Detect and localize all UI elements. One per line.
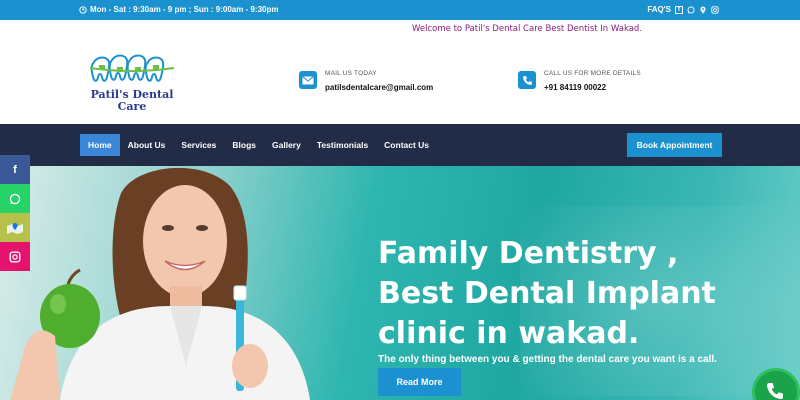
hours-text: Mon - Sat : 9:30am - 9 pm ; Sun : 9:00am… (90, 5, 279, 14)
main-nav: Home About Us Services Blogs Gallery Tes… (0, 124, 800, 166)
woman-with-apple-and-toothbrush-image (10, 167, 310, 400)
phone-value[interactable]: +91 84119 00022 (544, 83, 641, 92)
top-links: FAQ'S f (647, 5, 719, 14)
nav-item-testimonials[interactable]: Testimonials (309, 134, 376, 156)
whatsapp-icon[interactable] (687, 6, 695, 14)
whatsapp-icon[interactable] (0, 184, 30, 213)
phone-icon (518, 71, 536, 89)
phone-icon (767, 383, 783, 399)
facebook-icon[interactable]: f (675, 5, 683, 14)
nav-item-home[interactable]: Home (80, 134, 120, 156)
faq-link[interactable]: FAQ'S (647, 5, 671, 14)
facebook-icon[interactable]: f (0, 155, 30, 184)
nav-item-gallery[interactable]: Gallery (264, 134, 309, 156)
clock-icon (79, 5, 87, 14)
logo-line-2: Care (117, 100, 147, 113)
nav-item-contact-us[interactable]: Contact Us (376, 134, 437, 156)
social-sidebar: f (0, 155, 30, 271)
site-header: Patil's Dental Care MAIL US TODAY patils… (0, 38, 800, 124)
nav-menu: Home About Us Services Blogs Gallery Tes… (80, 134, 437, 156)
instagram-icon[interactable] (0, 242, 30, 271)
logo-text[interactable]: Patil's Dental Care (86, 89, 178, 113)
phone-contact: CALL US FOR MORE DETAILS +91 84119 00022 (518, 68, 641, 92)
welcome-text: Welcome to Patil's Dental Care Best Dent… (412, 24, 643, 34)
hero-subtitle: The only thing between you & getting the… (378, 354, 717, 365)
top-bar: Mon - Sat : 9:30am - 9 pm ; Sun : 9:00am… (0, 0, 800, 20)
location-icon[interactable] (699, 5, 707, 14)
welcome-marquee: Welcome to Patil's Dental Care Best Dent… (0, 20, 800, 38)
google-maps-icon[interactable] (0, 213, 30, 242)
instagram-icon[interactable] (711, 5, 719, 14)
phone-label: CALL US FOR MORE DETAILS (544, 70, 641, 77)
nav-item-about-us[interactable]: About Us (120, 134, 174, 156)
read-more-button[interactable]: Read More (378, 368, 461, 396)
opening-hours: Mon - Sat : 9:30am - 9 pm ; Sun : 9:00am… (79, 5, 278, 14)
mail-icon (299, 71, 317, 89)
mail-label: MAIL US TODAY (325, 70, 377, 77)
mail-contact: MAIL US TODAY patilsdentalcare@gmail.com (299, 68, 433, 92)
nav-item-blogs[interactable]: Blogs (224, 134, 264, 156)
hero-banner: Family Dentistry , Best Dental Implant c… (0, 166, 800, 400)
hero-title: Family Dentistry , Best Dental Implant c… (378, 236, 716, 351)
nav-item-services[interactable]: Services (173, 134, 224, 156)
book-appointment-button[interactable]: Book Appointment (627, 133, 722, 157)
mail-value[interactable]: patilsdentalcare@gmail.com (325, 83, 433, 92)
